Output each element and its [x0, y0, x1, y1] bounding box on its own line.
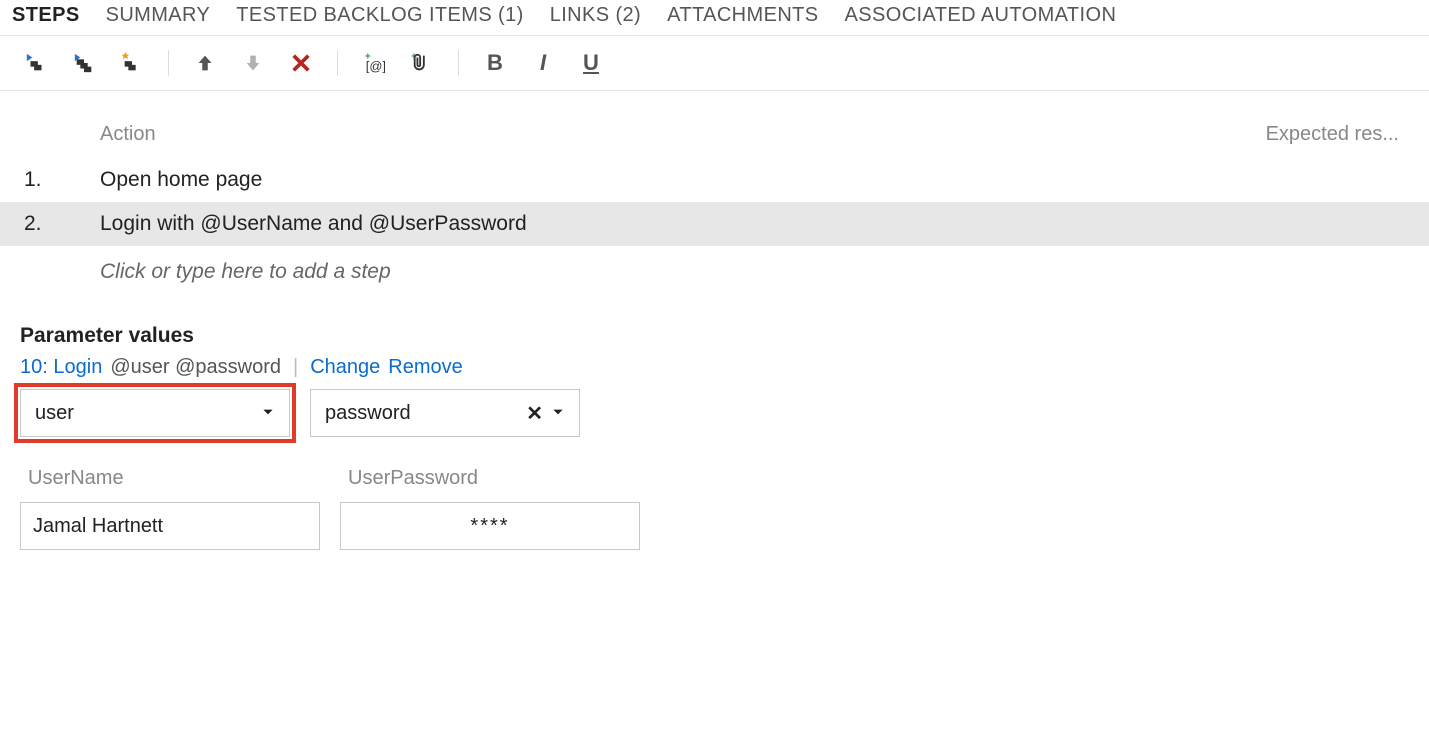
parameter-table: UserName UserPassword Jamal Hartnett ***…	[20, 463, 1409, 550]
parameter-mapping-row: user password ✕	[20, 389, 1409, 437]
parameter-values-section: Parameter values 10: Login @user @passwo…	[0, 304, 1429, 570]
parameter-values-heading: Parameter values	[20, 324, 1409, 348]
step-action[interactable]: Open home page	[100, 168, 1409, 192]
tab-tested-backlog[interactable]: TESTED BACKLOG ITEMS (1)	[236, 4, 523, 27]
steps-toolbar: +[@] + B I U	[0, 36, 1429, 91]
select-value: user	[35, 402, 74, 425]
tab-attachments[interactable]: ATTACHMENTS	[667, 4, 818, 27]
insert-step-button[interactable]	[18, 48, 54, 78]
toolbar-separator	[337, 50, 338, 76]
tab-links[interactable]: LINKS (2)	[550, 4, 641, 27]
tab-summary[interactable]: SUMMARY	[106, 4, 211, 27]
move-down-button[interactable]	[235, 48, 271, 78]
param-col-username: UserName	[20, 463, 320, 502]
shared-parameter-row: 10: Login @user @password | Change Remov…	[20, 356, 1409, 379]
insert-shared-step-button[interactable]	[66, 48, 102, 78]
shared-parameter-suffix: @user @password	[110, 356, 281, 379]
column-expected: Expected res...	[1229, 123, 1409, 146]
delete-step-button[interactable]	[283, 48, 319, 78]
step-number: 1.	[20, 168, 100, 192]
svg-text:[@]: [@]	[366, 58, 385, 73]
chevron-down-icon	[551, 402, 565, 425]
chevron-down-icon	[261, 402, 275, 425]
step-row[interactable]: 1. Open home page	[0, 158, 1429, 202]
create-shared-step-button[interactable]	[114, 48, 150, 78]
shared-parameter-link[interactable]: 10: Login	[20, 356, 102, 379]
bold-button[interactable]: B	[477, 48, 513, 78]
column-action: Action	[100, 123, 1229, 146]
move-up-button[interactable]	[187, 48, 223, 78]
remove-link[interactable]: Remove	[388, 356, 462, 379]
step-action[interactable]: Login with @UserName and @UserPassword	[100, 212, 1409, 236]
tab-bar: STEPS SUMMARY TESTED BACKLOG ITEMS (1) L…	[0, 0, 1429, 36]
steps-header: Action Expected res...	[0, 91, 1429, 158]
param-cell-username[interactable]: Jamal Hartnett	[20, 502, 320, 550]
param-map-password-select[interactable]: password ✕	[310, 389, 580, 437]
param-map-user-select[interactable]: user	[20, 389, 290, 437]
clear-icon[interactable]: ✕	[526, 401, 543, 426]
separator: |	[289, 356, 302, 379]
insert-parameter-button[interactable]: +[@]	[356, 48, 392, 78]
underline-button[interactable]: U	[573, 48, 609, 78]
add-attachment-button[interactable]: +	[404, 48, 440, 78]
select-value: password	[325, 402, 411, 425]
param-cell-password[interactable]: ****	[340, 502, 640, 550]
param-col-userpassword: UserPassword	[340, 463, 640, 502]
add-step-placeholder[interactable]: Click or type here to add a step	[0, 246, 1429, 304]
toolbar-separator	[168, 50, 169, 76]
toolbar-separator	[458, 50, 459, 76]
change-link[interactable]: Change	[310, 356, 380, 379]
step-row[interactable]: 2. Login with @UserName and @UserPasswor…	[0, 202, 1429, 246]
tab-associated-automation[interactable]: ASSOCIATED AUTOMATION	[845, 4, 1117, 27]
step-number: 2.	[20, 212, 100, 236]
tab-steps[interactable]: STEPS	[12, 4, 80, 27]
italic-button[interactable]: I	[525, 48, 561, 78]
